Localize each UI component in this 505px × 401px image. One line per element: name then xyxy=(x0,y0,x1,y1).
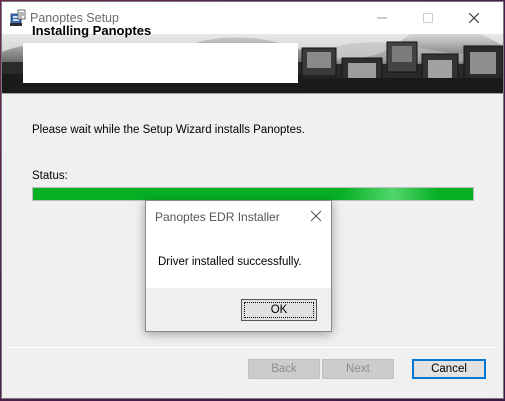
maximize-icon xyxy=(423,13,433,23)
cancel-button[interactable]: Cancel xyxy=(412,359,486,379)
close-button[interactable] xyxy=(451,2,497,34)
minimize-icon xyxy=(377,17,387,19)
footer-divider xyxy=(8,347,497,348)
installer-icon xyxy=(10,9,26,26)
dialog-footer: OK xyxy=(146,288,331,331)
minimize-button[interactable] xyxy=(359,2,405,34)
dialog-close-button[interactable] xyxy=(308,208,324,224)
header-banner xyxy=(2,34,503,94)
maximize-button xyxy=(405,2,451,34)
next-button: Next xyxy=(322,359,394,379)
install-message: Please wait while the Setup Wizard insta… xyxy=(32,124,305,136)
dialog-message: Driver installed successfully. xyxy=(158,256,302,268)
banner-title-box xyxy=(23,43,298,83)
close-icon xyxy=(469,13,479,23)
back-button: Back xyxy=(248,359,320,379)
page-heading: Installing Panoptes xyxy=(32,23,152,38)
progress-fill xyxy=(33,188,473,200)
dialog-title: Panoptes EDR Installer xyxy=(155,210,280,224)
ok-button[interactable]: OK xyxy=(241,299,317,321)
progress-bar xyxy=(32,187,474,201)
close-icon xyxy=(310,210,322,222)
message-dialog: Panoptes EDR Installer Driver installed … xyxy=(145,200,332,332)
status-label: Status: xyxy=(32,170,68,182)
